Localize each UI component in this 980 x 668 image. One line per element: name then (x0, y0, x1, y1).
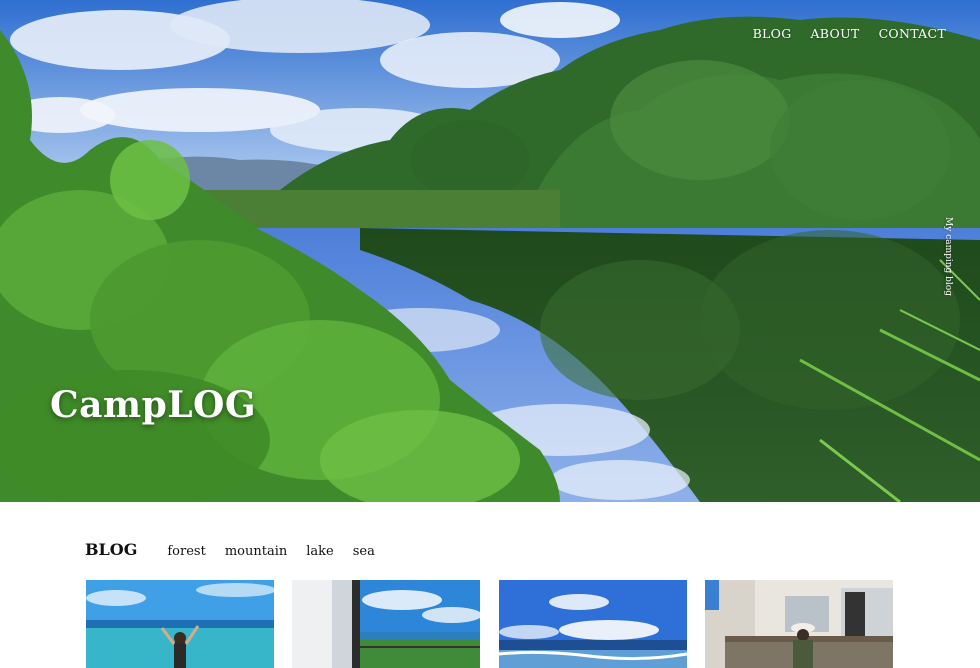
category-link-mountain[interactable]: mountain (225, 544, 287, 559)
blog-heading: BLOG (85, 540, 138, 559)
category-link-lake[interactable]: lake (306, 544, 333, 559)
sea-waves-thumbnail (499, 580, 687, 668)
blog-card-grid (86, 580, 894, 668)
blog-card[interactable] (86, 580, 274, 668)
blog-card[interactable] (705, 580, 893, 668)
category-link-sea[interactable]: sea (353, 544, 375, 559)
lake-forest-photo (0, 0, 980, 502)
blog-card[interactable] (292, 580, 480, 668)
beach-thumbnail (86, 580, 274, 668)
top-navigation: BLOG ABOUT CONTACT (753, 26, 946, 41)
balcony-ocean-thumbnail (292, 580, 480, 668)
blog-card[interactable] (499, 580, 687, 668)
cabin-thumbnail (705, 580, 893, 668)
nav-link-blog[interactable]: BLOG (753, 26, 792, 41)
nav-link-about[interactable]: ABOUT (810, 26, 859, 41)
category-links: forest mountain lake sea (167, 544, 374, 559)
site-tagline: My camping blog (943, 217, 953, 296)
category-link-forest[interactable]: forest (167, 544, 205, 559)
nav-link-contact[interactable]: CONTACT (879, 26, 946, 41)
blog-category-bar: BLOG forest mountain lake sea (85, 540, 375, 559)
site-title[interactable]: CampLOG (50, 384, 256, 426)
hero-image: BLOG ABOUT CONTACT My camping blog CampL… (0, 0, 980, 502)
